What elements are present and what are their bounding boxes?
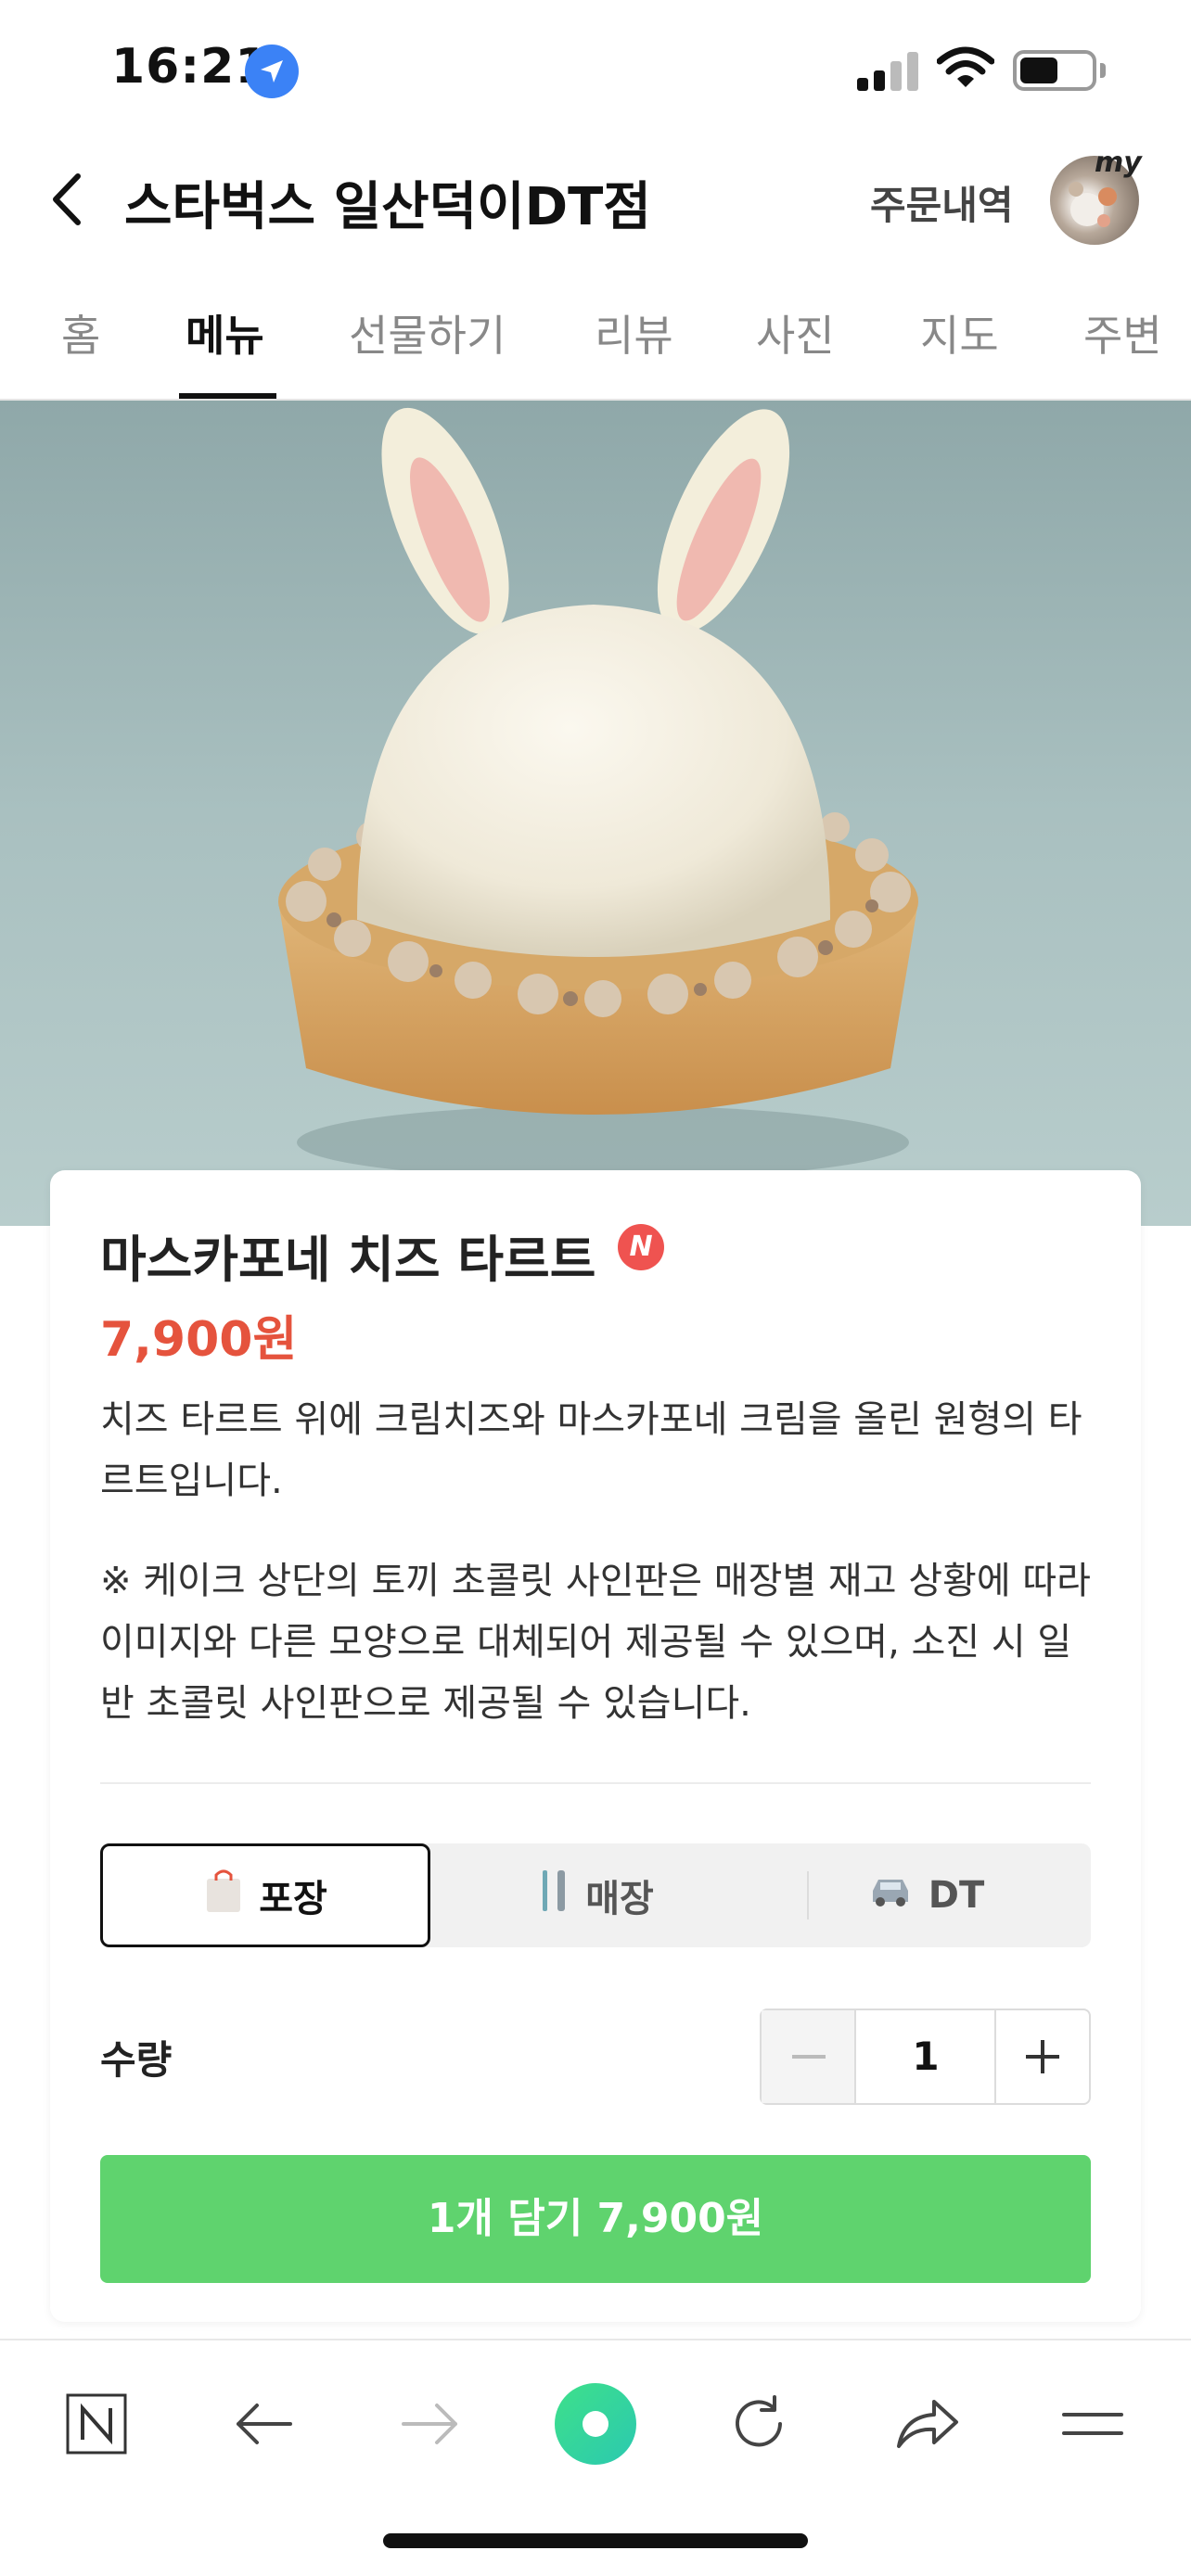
naver-home-icon [66, 2393, 127, 2455]
tab-gift[interactable]: 선물하기 [349, 302, 506, 363]
location-arrow-icon [245, 45, 299, 98]
refresh-icon [736, 2395, 782, 2447]
product-description: 치즈 타르트 위에 크림치즈와 마스카포네 크림을 올린 원형의 타르트입니다. [100, 1398, 1082, 1502]
menu-button[interactable] [1046, 2378, 1139, 2470]
home-indicator [383, 2533, 808, 2548]
tab-nearby[interactable]: 주변 [1083, 302, 1162, 363]
status-bar: 16:21 [0, 0, 1191, 139]
tab-map[interactable]: 지도 [920, 302, 999, 363]
plus-icon [1026, 2040, 1059, 2073]
tab-review[interactable]: 리뷰 [595, 302, 673, 363]
header: 스타벅스 일산덕이DT점 주문내역 [0, 139, 1191, 260]
cellular-signal-icon [857, 52, 920, 91]
wifi-icon [936, 46, 995, 95]
quantity-decrease-button[interactable] [762, 2010, 856, 2103]
product-notice: ※ 케이크 상단의 토끼 초콜릿 사인판은 매장별 재고 상황에 따라 이미지와… [100, 1560, 1091, 1725]
battery-icon [1013, 50, 1096, 91]
active-tab-indicator [179, 393, 276, 399]
share-icon [897, 2400, 958, 2448]
store-title: 스타벅스 일산덕이DT점 [124, 177, 651, 237]
forward-arrow-icon [402, 2404, 457, 2444]
order-history-link[interactable]: 주문내역 [870, 174, 1014, 231]
tab-photo[interactable]: 사진 [756, 302, 835, 363]
quantity-label: 수량 [100, 2037, 173, 2083]
product-card: 마스카포네 치즈 타르트 N 7,900원 치즈 타르트 위에 크림치즈와 마스… [50, 1170, 1141, 2322]
car-icon [867, 1872, 914, 1919]
new-badge: N [618, 1224, 664, 1270]
share-button[interactable] [881, 2378, 974, 2470]
chevron-left-icon [53, 173, 81, 225]
browser-back-button[interactable] [217, 2378, 310, 2470]
product-price: 7,900원 [100, 1312, 298, 1368]
tab-menu[interactable]: 메뉴 [186, 302, 264, 363]
fork-knife-icon [537, 1868, 570, 1922]
quantity-increase-button[interactable] [994, 2010, 1089, 2103]
green-dot-button[interactable] [549, 2378, 642, 2470]
quantity-value: 1 [912, 2034, 940, 2079]
browser-toolbar [0, 2339, 1191, 2506]
browser-forward-button[interactable] [384, 2378, 477, 2470]
tab-home[interactable]: 홈 [61, 302, 100, 363]
back-arrow-icon [237, 2404, 292, 2444]
product-name: 마스카포네 치즈 타르트 [100, 1231, 596, 1289]
naver-home-button[interactable] [50, 2378, 143, 2470]
takeout-label: 포장 [259, 1878, 327, 1920]
minus-icon [792, 2055, 826, 2059]
shopping-bag-icon [203, 1868, 244, 1923]
drive-thru-option[interactable]: DT [761, 1843, 1091, 1947]
tab-bar: 홈 메뉴 선물하기 리뷰 사진 지도 주변 [0, 278, 1191, 401]
dine-in-label: 매장 [585, 1878, 654, 1920]
avatar-my-tag: my [1095, 147, 1142, 179]
divider [100, 1782, 1091, 1784]
refresh-button[interactable] [712, 2378, 805, 2470]
menu-icon [1062, 2413, 1123, 2435]
takeout-option[interactable]: 포장 [100, 1843, 430, 1947]
drive-thru-label: DT [928, 1874, 985, 1917]
order-type-selector: 포장 매장 DT [100, 1843, 1091, 1947]
dine-in-option[interactable]: 매장 [430, 1843, 761, 1947]
battery-nub [1100, 63, 1106, 78]
back-button[interactable] [37, 167, 102, 232]
quantity-stepper: 1 [760, 2009, 1091, 2105]
product-image [0, 401, 1191, 1226]
green-dot-icon [555, 2383, 636, 2465]
add-to-cart-button[interactable]: 1개 담기 7,900원 [100, 2155, 1091, 2283]
